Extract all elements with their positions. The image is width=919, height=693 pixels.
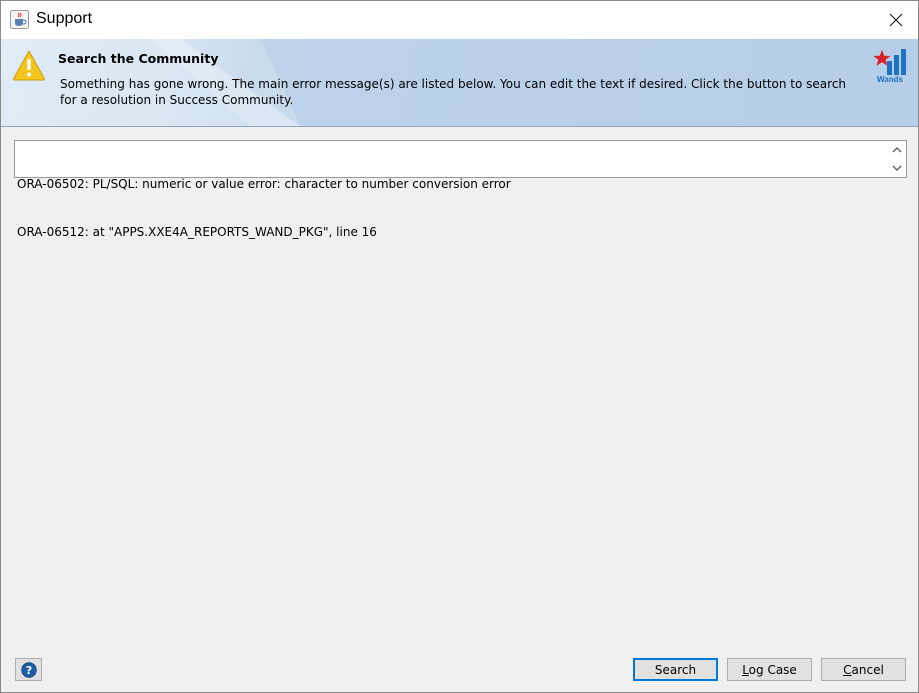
svg-text:?: ? [25,664,31,677]
header-banner: Search the Community Something has gone … [1,39,918,127]
scroll-up-icon[interactable] [892,145,902,155]
error-line-1: ORA-06502: PL/SQL: numeric or value erro… [17,177,511,191]
support-dialog: Support Search the Community Something h… [0,0,919,693]
search-button-label: Search [654,662,697,677]
log-case-button[interactable]: Log Case [727,658,812,681]
log-case-button-label: Log Case [742,662,797,677]
help-button[interactable]: ? [15,658,42,681]
banner-message: Something has gone wrong. The main error… [60,77,847,107]
error-line-2: ORA-06512: at "APPS.XXE4A_REPORTS_WAND_P… [17,225,377,239]
wands-logo-text: Wands [877,75,903,83]
java-cup-icon [10,10,29,29]
banner-title: Search the Community [58,51,219,66]
search-button[interactable]: Search [633,658,718,681]
close-button[interactable] [873,1,919,39]
warning-icon [13,49,45,81]
cancel-button[interactable]: Cancel [821,658,906,681]
error-text-lines[interactable]: ORA-06502: PL/SQL: numeric or value erro… [17,144,885,272]
wands-logo-icon: Wands [873,49,906,83]
help-icon: ? [20,661,37,678]
close-icon [889,13,903,27]
cancel-button-label: Cancel [843,662,884,677]
vertical-scrollbar[interactable] [888,141,906,177]
title-bar[interactable]: Support [1,1,918,39]
window-title: Support [36,10,93,27]
scroll-down-icon[interactable] [892,163,902,173]
error-message-textarea[interactable]: ORA-06502: PL/SQL: numeric or value erro… [14,140,907,239]
